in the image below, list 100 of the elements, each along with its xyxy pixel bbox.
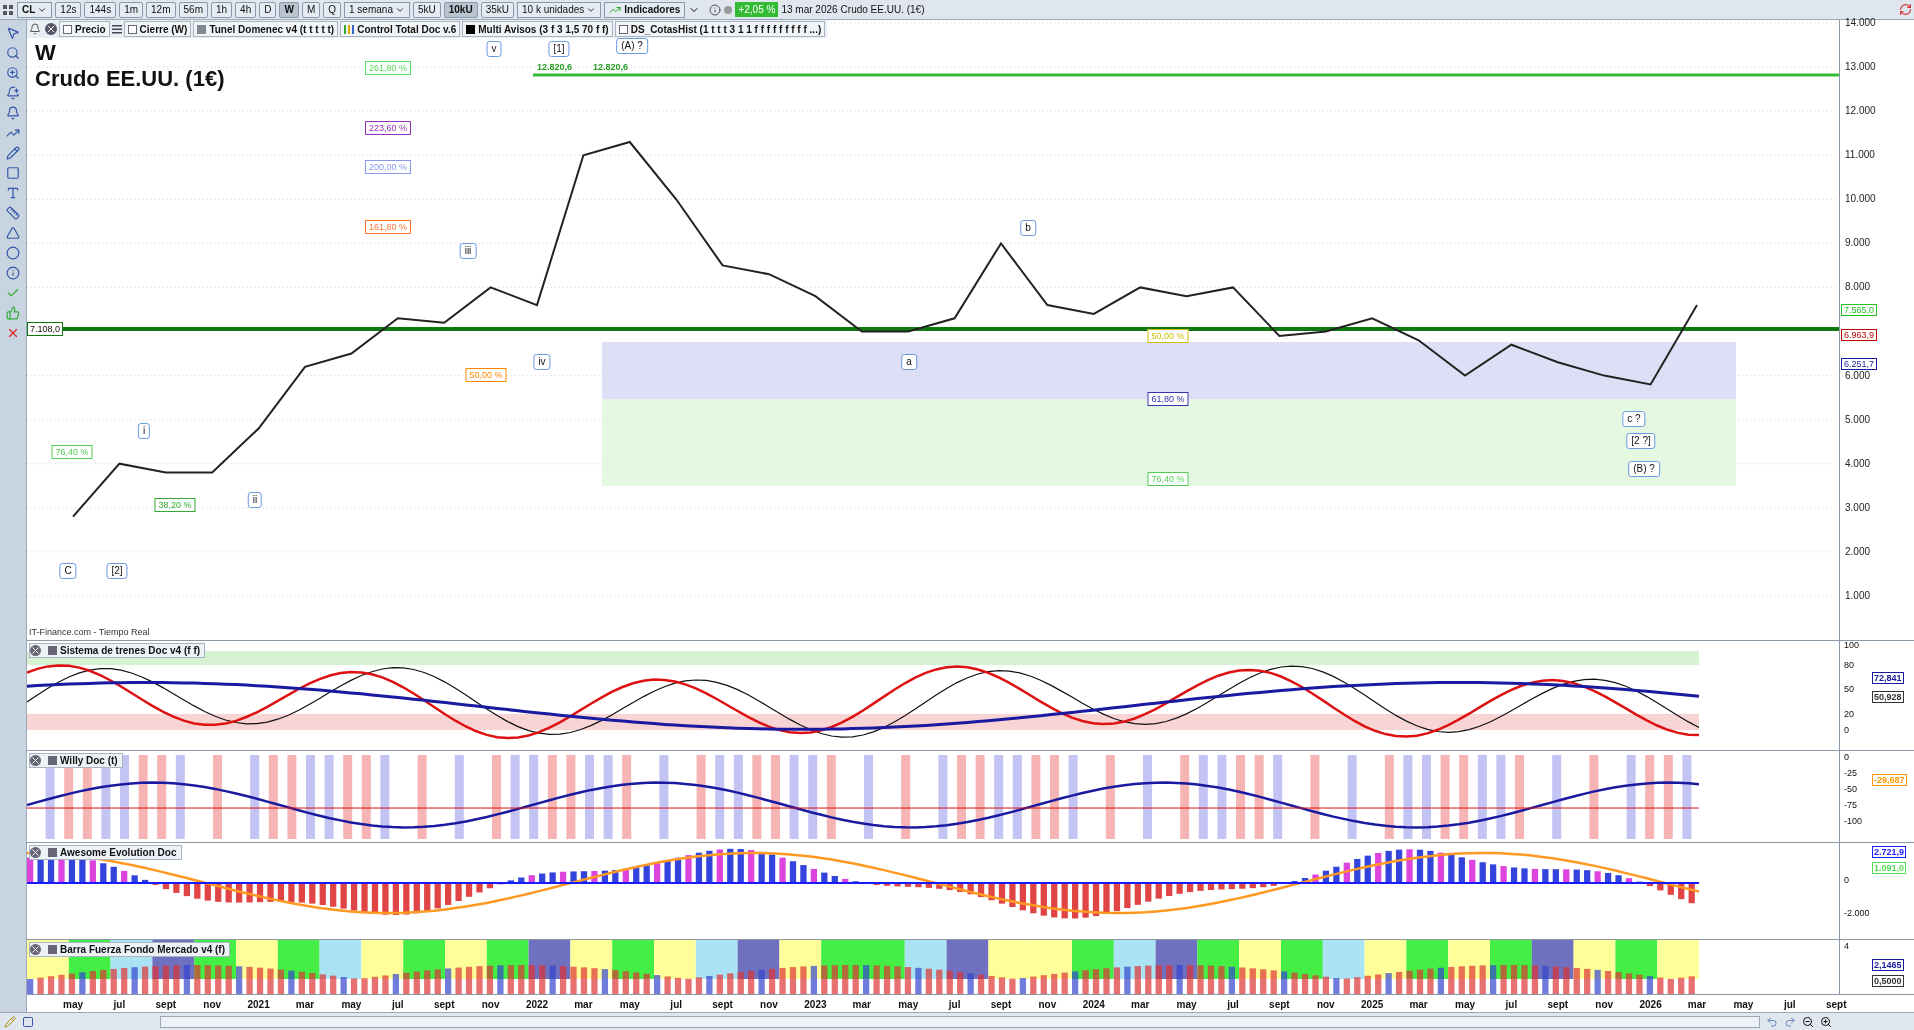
date-label: 13 mar 2026 xyxy=(781,3,838,17)
value-flag: 0,5000 xyxy=(1872,975,1904,987)
x-tick-label: may xyxy=(1455,998,1475,1012)
close-icon[interactable] xyxy=(30,847,41,858)
search-icon[interactable] xyxy=(6,46,20,60)
toolbar-button[interactable]: D xyxy=(259,1,277,18)
checkbox[interactable] xyxy=(618,24,628,34)
close-icon[interactable] xyxy=(30,645,41,656)
check-icon[interactable] xyxy=(6,286,20,300)
pane-title: Barra Fuerza Fondo Mercado v4 (f) xyxy=(60,943,226,957)
alert-add-icon[interactable] xyxy=(6,86,20,100)
zoom-out-icon[interactable] xyxy=(1802,1015,1814,1028)
close-icon[interactable] xyxy=(30,755,41,766)
fibonacci-label: 76,40 % xyxy=(51,445,93,459)
wave-label: iv xyxy=(533,354,551,370)
indicators-button[interactable]: Indicadores xyxy=(604,1,686,18)
toolbar-button[interactable]: 4h xyxy=(235,1,257,18)
fibonacci-label: 50,00 % xyxy=(465,368,507,382)
indicator-toggle[interactable]: Tunel Domenec v4 (t t t t t) xyxy=(193,21,339,37)
info-icon[interactable] xyxy=(709,3,722,16)
color-swatch xyxy=(48,756,57,765)
zoom-icon[interactable] xyxy=(6,66,20,80)
x-tick-label: sept xyxy=(155,998,177,1012)
pane-title: Awesome Evolution Doc xyxy=(60,846,177,860)
toolbar-button[interactable]: 1h xyxy=(210,1,233,18)
indicator-toggle[interactable]: Control Total Doc v.6 xyxy=(340,21,461,37)
y-tick-label: 3.000 xyxy=(1845,501,1871,514)
y-tick-label: 8.000 xyxy=(1845,281,1871,294)
scale-label: 0 xyxy=(1844,875,1849,885)
x-tick-label: jul xyxy=(391,998,404,1012)
toolbar-button[interactable]: 35kU xyxy=(480,1,514,18)
indicator-toggle[interactable]: Multi Avisos (3 f 3 1,5 70 f f) xyxy=(462,21,613,37)
y-tick-label: 6.000 xyxy=(1845,369,1871,382)
undo-icon[interactable] xyxy=(1766,1015,1778,1028)
triangle-icon[interactable] xyxy=(6,226,20,240)
toolbar-button[interactable]: 56m xyxy=(178,1,208,18)
toolbar-button[interactable]: 12s xyxy=(55,1,82,18)
x-tick-label: jul xyxy=(1505,998,1518,1012)
rectangle-icon[interactable] xyxy=(6,166,20,180)
zoom-in-icon[interactable] xyxy=(1820,1015,1832,1028)
pointer-icon[interactable] xyxy=(6,26,20,40)
toolbar-button[interactable]: 5kU xyxy=(412,1,441,18)
toolbar-button[interactable]: Q xyxy=(323,1,342,18)
y-tick-label: 11.000 xyxy=(1845,149,1875,162)
x-tick-label: jul xyxy=(113,998,126,1012)
color-swatch xyxy=(48,646,57,655)
indicator-toggle[interactable]: Cierre (W) xyxy=(123,21,192,37)
wave-label: i xyxy=(137,423,151,439)
x-tick-label: nov xyxy=(760,998,778,1012)
bell-icon[interactable] xyxy=(6,106,20,120)
wave-label: C xyxy=(59,563,77,579)
toolbar-button[interactable]: W xyxy=(279,1,299,18)
wave-label: v xyxy=(486,41,502,57)
value-flag: -29,687 xyxy=(1872,774,1907,786)
price-flag: 6.251,7 xyxy=(1841,358,1878,370)
rectangle-icon[interactable] xyxy=(22,1015,34,1028)
symbol-dropdown[interactable]: CL xyxy=(17,1,53,18)
close-icon[interactable] xyxy=(30,944,41,955)
scale-label: 100 xyxy=(1844,640,1860,650)
text-icon[interactable] xyxy=(6,186,20,200)
x-tick-label: 2024 xyxy=(1082,998,1105,1012)
scrollbar[interactable] xyxy=(160,1015,1760,1028)
toolbar-button[interactable]: 12m xyxy=(146,1,176,18)
checkbox[interactable] xyxy=(63,24,72,34)
fibonacci-label: 161,80 % xyxy=(365,220,411,234)
circle-icon[interactable] xyxy=(6,246,20,260)
x-tick-label: mar xyxy=(574,998,593,1012)
x-tick-label: sept xyxy=(1825,998,1847,1012)
scale-label: 50 xyxy=(1844,684,1854,694)
list-icon[interactable] xyxy=(111,24,122,34)
scale-label: -50 xyxy=(1844,784,1857,794)
wave-label: iii xyxy=(459,243,477,259)
pencil-icon[interactable] xyxy=(4,1015,16,1028)
alert-icon[interactable] xyxy=(29,23,41,35)
close-icon[interactable] xyxy=(45,23,57,35)
toolbar-button[interactable]: 144s xyxy=(84,1,117,18)
redo-icon[interactable] xyxy=(1784,1015,1796,1028)
toolbar-button[interactable]: M xyxy=(301,1,321,18)
indicator-toggle[interactable]: DS_CotasHist (1 t t t 3 1 1 f f f f f f f f f ...) xyxy=(614,21,826,37)
pencil-icon[interactable] xyxy=(6,146,20,160)
interval-dropdown[interactable]: 1 semana xyxy=(344,1,410,18)
scale-label: 0 xyxy=(1844,752,1849,762)
info-icon[interactable] xyxy=(6,266,20,280)
thumbs-up-icon[interactable] xyxy=(6,306,20,320)
x-tick-label: may xyxy=(63,998,83,1012)
pane-title: Willy Doc (t) xyxy=(60,754,118,768)
units-dropdown[interactable]: 10 k unidades xyxy=(517,1,602,18)
toolbar-button[interactable]: 1m xyxy=(119,1,144,18)
price-flag: 7.565,0 xyxy=(1841,304,1878,316)
grid-icon[interactable] xyxy=(2,3,14,16)
checkbox[interactable] xyxy=(127,24,137,34)
toolbar-button[interactable]: 10kU xyxy=(443,1,478,18)
indicator-toggle[interactable]: Precio xyxy=(59,21,110,37)
refresh-icon[interactable] xyxy=(1899,3,1912,16)
wave-label: (A) ? xyxy=(616,38,648,54)
timeframe-label: W xyxy=(35,42,57,64)
ruler-icon[interactable] xyxy=(6,206,20,220)
close-icon[interactable] xyxy=(6,326,20,340)
indicator-name: Cierre (W) xyxy=(139,22,188,37)
x-tick-label: nov xyxy=(1316,998,1335,1012)
